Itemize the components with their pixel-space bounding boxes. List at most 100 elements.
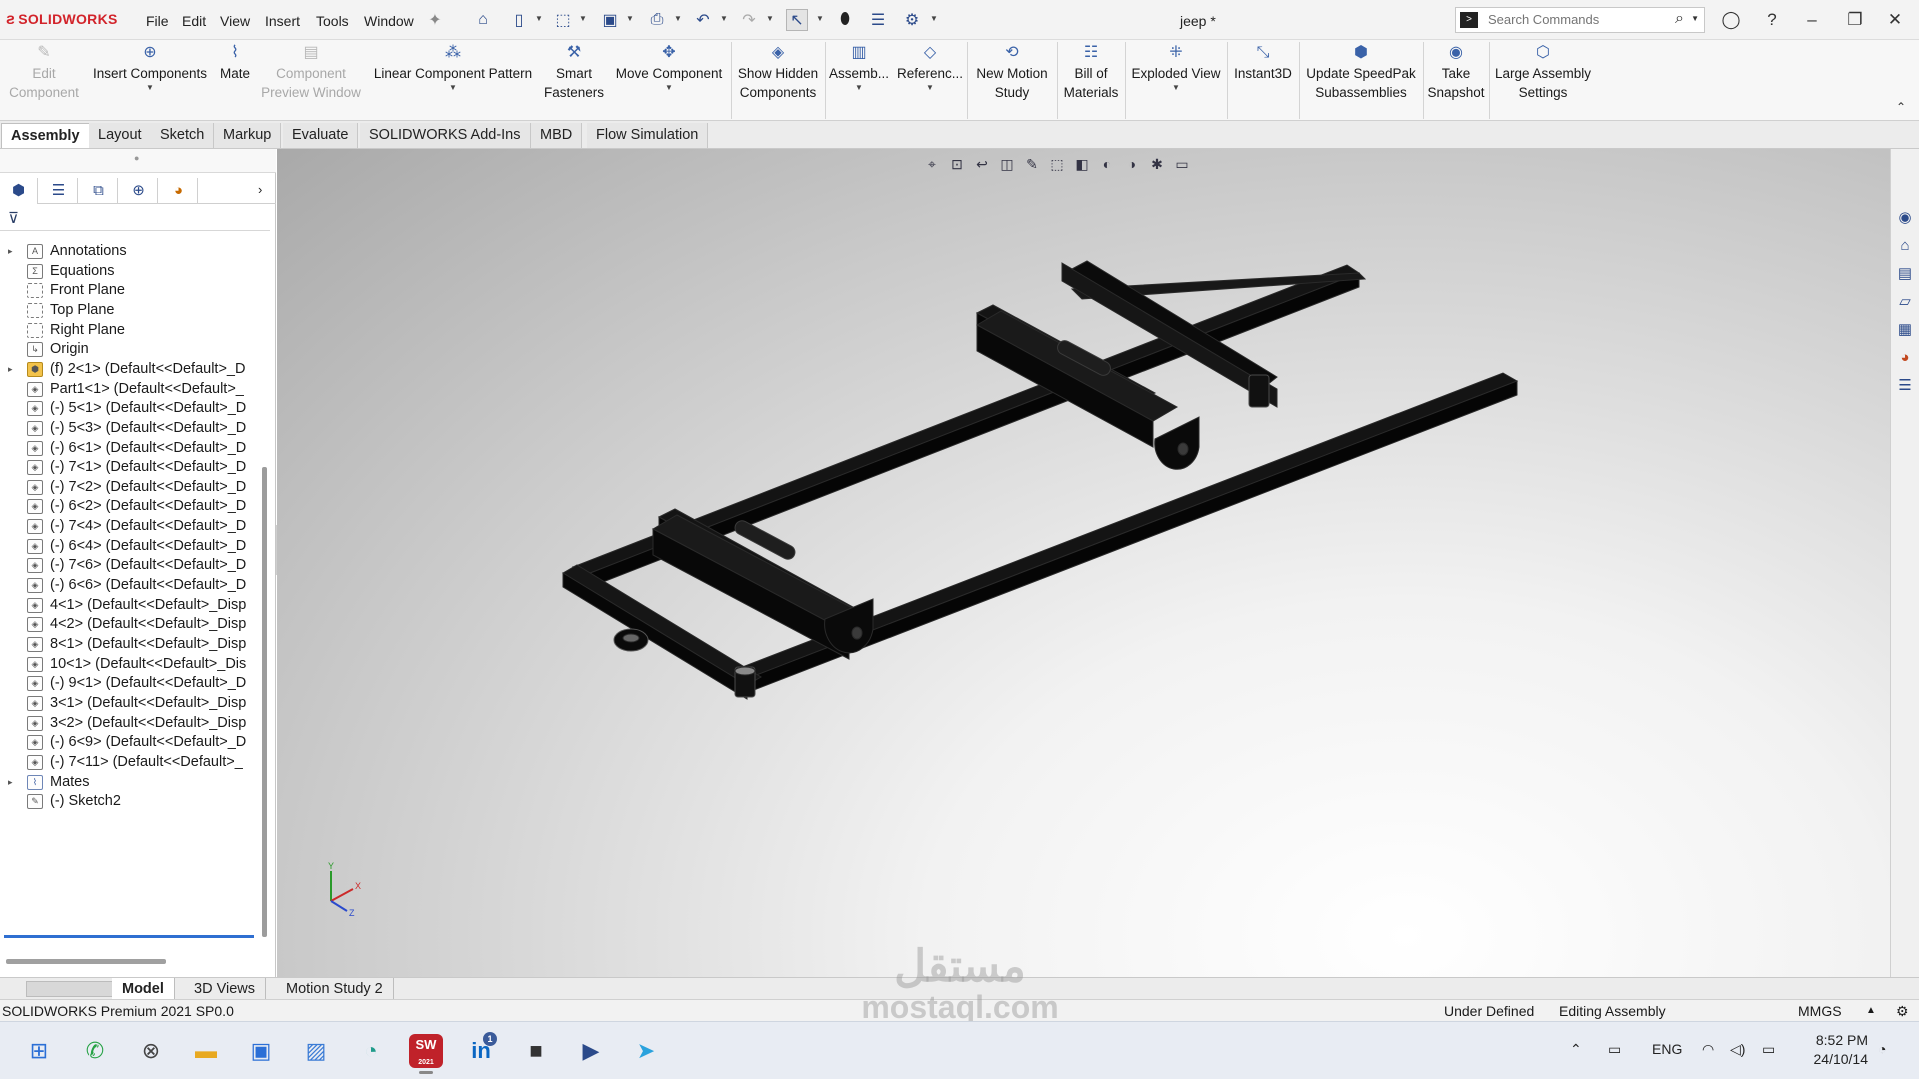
battery-icon[interactable]: ▭ (1762, 1041, 1775, 1058)
large-assembly-settings-button[interactable]: ⬡ Large Assembly Settings (1492, 44, 1594, 116)
menu-insert[interactable]: Insert (265, 13, 300, 29)
insert-components-button[interactable]: ⊕ Insert Components ▼ (90, 44, 210, 116)
store-icon[interactable]: ▣ (244, 1034, 278, 1068)
dimxpert-tab-icon[interactable]: ⊕ (120, 178, 158, 204)
open-icon[interactable]: ⬚ (552, 9, 574, 31)
tab-scroll-arrows[interactable] (26, 981, 116, 997)
wifi-icon[interactable]: ◠ (1702, 1041, 1714, 1058)
print-icon[interactable]: ⎙ (646, 9, 668, 31)
filter-icon[interactable]: ⊽ (8, 209, 19, 227)
new-motion-study-button[interactable]: ⟲ New Motion Study (970, 44, 1054, 116)
menu-window[interactable]: Window (364, 13, 414, 29)
notification-bell-icon[interactable]: ◔ (1878, 1041, 1886, 1057)
view-palette-icon[interactable]: ▦ (1894, 319, 1916, 341)
units-selector[interactable]: MMGS (1798, 1000, 1842, 1022)
terminal-icon[interactable]: ■ (519, 1034, 553, 1068)
volume-icon[interactable]: ◁) (1730, 1041, 1745, 1058)
component-preview-window-button[interactable]: ▤ Component Preview Window (258, 44, 364, 116)
take-snapshot-button[interactable]: ◉ Take Snapshot (1426, 44, 1486, 116)
menu-tools[interactable]: Tools (316, 13, 349, 29)
smart-fasteners-button[interactable]: ⚒ Smart Fasteners (540, 44, 608, 116)
tab-model[interactable]: Model (112, 978, 175, 1000)
linear-component-pattern-button[interactable]: ⁂ Linear Component Pattern ▼ (368, 44, 538, 116)
appearances-icon[interactable]: ◕ (1894, 347, 1916, 369)
system-clock[interactable]: 8:52 PM 24/10/14 (1808, 1031, 1869, 1069)
tree-horizontal-scrollbar[interactable] (6, 959, 166, 964)
rollback-bar[interactable] (4, 935, 254, 938)
options-gear-icon[interactable]: ⚙ (901, 9, 923, 31)
redo-icon[interactable]: ↷ (738, 9, 760, 31)
account-icon[interactable]: ◯ (1719, 8, 1743, 32)
help-icon[interactable]: ? (1760, 8, 1784, 32)
pin-icon[interactable]: ✦ (424, 9, 446, 31)
solidworks-logo[interactable]: ƨ SOLIDWORKS (6, 11, 118, 29)
graphics-area[interactable]: ⌖ ⊡ ↩ ◫ ✎ ⬚ ◧ ◐ ◑ ✱ ▭ Y X Z (277, 149, 1890, 977)
mate-button[interactable]: ⌇ Mate (214, 44, 256, 116)
file-explorer-pane-icon[interactable]: ▱ (1894, 291, 1916, 313)
menu-file[interactable]: File (146, 13, 169, 29)
design-library-home-icon[interactable]: ⌂ (1894, 235, 1916, 257)
menu-view[interactable]: View (220, 13, 250, 29)
update-speedpak-button[interactable]: ⬢ Update SpeedPak Subassemblies (1302, 44, 1420, 116)
undo-icon[interactable]: ↶ (692, 9, 714, 31)
tree-vertical-scrollbar[interactable] (262, 467, 267, 937)
reference-geometry-button[interactable]: ◇ Referenc... ▼ (896, 44, 964, 116)
assembly-features-button[interactable]: ▥ Assemb... ▼ (828, 44, 890, 116)
exploded-view-button[interactable]: ⁜ Exploded View ▼ (1128, 44, 1224, 116)
tab-layout[interactable]: Layout (89, 123, 152, 148)
save-icon[interactable]: ▣ (599, 9, 621, 31)
units-dropdown-icon[interactable]: ▲ (1866, 1000, 1876, 1022)
display-manager-tab-icon[interactable]: ◕ (160, 178, 198, 204)
solidworks-resources-icon[interactable]: ◉ (1894, 207, 1916, 229)
bill-of-materials-button[interactable]: ☷ Bill of Materials (1060, 44, 1122, 116)
more-tabs-chevron-icon[interactable]: › (258, 182, 262, 197)
menu-edit[interactable]: Edit (182, 13, 206, 29)
tab-markup[interactable]: Markup (214, 123, 282, 148)
file-explorer-icon[interactable]: ▬ (189, 1034, 223, 1068)
search-icon[interactable]: ⌕ (1675, 10, 1684, 28)
tab-assembly[interactable]: Assembly (1, 123, 90, 148)
photos-icon[interactable]: ▨ (299, 1034, 333, 1068)
file-properties-icon[interactable]: ☰ (867, 9, 889, 31)
move-component-button[interactable]: ✥ Move Component ▼ (610, 44, 728, 116)
feature-manager-tab-icon[interactable]: ⬢ (0, 178, 38, 204)
display-icon[interactable]: ▭ (1608, 1041, 1621, 1058)
show-hidden-components-button[interactable]: ◈ Show Hidden Components (734, 44, 822, 116)
search-dropdown-icon[interactable]: ▼ (1691, 14, 1699, 23)
xbox-icon[interactable]: ⊗ (134, 1034, 168, 1068)
home-icon[interactable]: ⌂ (472, 9, 494, 31)
close-icon[interactable]: ✕ (1883, 8, 1907, 32)
instant3d-button[interactable]: ⤡ Instant3D (1230, 44, 1296, 116)
media-player-icon[interactable]: ▶ (574, 1034, 608, 1068)
search-commands[interactable]: > ⌕ ▼ (1455, 7, 1705, 33)
tab-sketch[interactable]: Sketch (151, 123, 215, 148)
whatsapp-icon[interactable]: ✆ (78, 1034, 112, 1068)
splitter-handle-icon[interactable]: ● (134, 153, 139, 163)
property-manager-tab-icon[interactable]: ☰ (40, 178, 78, 204)
restore-icon[interactable]: ❐ (1843, 8, 1867, 32)
tab-evaluate[interactable]: Evaluate (283, 123, 359, 148)
tab-solidworks-addins[interactable]: SOLIDWORKS Add-Ins (360, 123, 531, 148)
rebuild-icon[interactable]: ⬮ (834, 9, 856, 31)
solidworks-icon[interactable]: SW 2021 (409, 1034, 443, 1074)
search-input[interactable] (1488, 12, 1658, 27)
custom-properties-icon[interactable]: ☰ (1894, 375, 1916, 397)
windows-start-icon[interactable]: ⊞ (22, 1034, 56, 1068)
tab-3d-views[interactable]: 3D Views (184, 978, 266, 1000)
collapse-ribbon-icon[interactable]: ⌃ (1896, 100, 1906, 114)
telegram-icon[interactable]: ➤ (629, 1034, 663, 1068)
design-library-icon[interactable]: ▤ (1894, 263, 1916, 285)
language-indicator[interactable]: ENG (1652, 1041, 1682, 1057)
tab-mbd[interactable]: MBD (531, 123, 583, 148)
edit-component-button[interactable]: ✎ Edit Component (4, 44, 84, 116)
linkedin-icon[interactable]: in 1 (464, 1032, 498, 1068)
tab-flow-simulation[interactable]: Flow Simulation (587, 123, 709, 148)
minimize-icon[interactable]: – (1800, 8, 1824, 32)
jeep-chassis-model[interactable] (277, 149, 1890, 977)
tree-node[interactable]: ✎ (-) Sketch2 (0, 789, 262, 813)
tab-motion-study-2[interactable]: Motion Study 2 (276, 978, 394, 1000)
configuration-manager-tab-icon[interactable]: ⧉ (80, 178, 118, 204)
edge-icon[interactable]: ◔ (354, 1034, 388, 1068)
tree-filter[interactable]: ⊽ (0, 205, 270, 231)
show-hidden-icons-icon[interactable]: ⌃ (1570, 1041, 1582, 1058)
